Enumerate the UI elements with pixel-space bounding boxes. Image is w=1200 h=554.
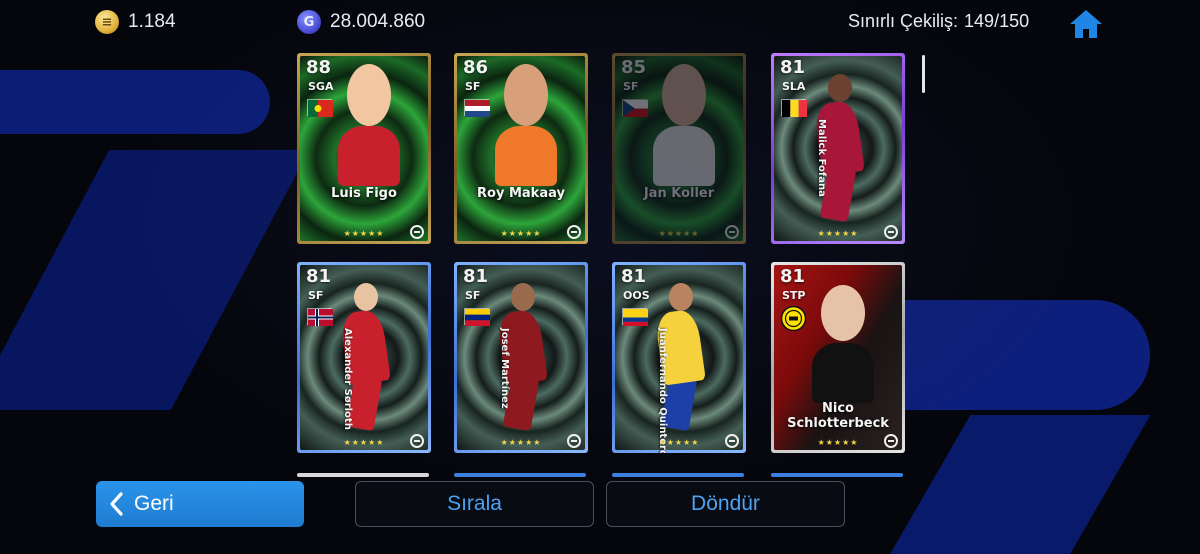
- back-button[interactable]: Geri: [96, 481, 304, 527]
- player-name: Malick Fofana: [816, 119, 827, 197]
- player-card[interactable]: 85 SF Jan Koller ★★★★★: [612, 53, 746, 244]
- coins-display: ≡ 1.184: [95, 10, 176, 34]
- back-button-label: Geri: [134, 492, 174, 515]
- limited-draw-value: 149/150: [964, 11, 1030, 31]
- player-rating: 81: [780, 57, 806, 78]
- player-head: [662, 64, 706, 126]
- player-position: SGA: [308, 80, 334, 93]
- player-card[interactable]: 88 SGA Luis Figo ★★★★★: [297, 53, 431, 244]
- efootball-logo-icon: [410, 434, 424, 448]
- coin-icon: ≡: [95, 10, 119, 34]
- player-figure: [495, 126, 557, 186]
- player-card[interactable]: 81 SLA Malick Fofana ★★★★★: [771, 53, 905, 244]
- player-card-grid: 88 SGA Luis Figo ★★★★★ 86 SF Roy Makaay ★★★★★ 85…: [294, 53, 906, 473]
- player-card[interactable]: 81 SF Josef Martínez ★★★★★: [454, 262, 588, 453]
- player-card[interactable]: 81 SF Alexander Sørloth ★★★★★: [297, 262, 431, 453]
- player-position: SF: [623, 80, 639, 93]
- player-rating: 81: [463, 266, 489, 287]
- player-head: [511, 283, 535, 311]
- player-position: SF: [465, 289, 481, 302]
- club-badge-icon: [780, 305, 807, 332]
- player-rating: 81: [621, 266, 647, 287]
- player-name: Juanfernando Quintero: [657, 328, 668, 453]
- efootball-logo-icon: [567, 434, 581, 448]
- next-row-hint: [612, 473, 744, 477]
- player-name: Jan Koller: [643, 186, 715, 201]
- player-rating: 85: [621, 57, 647, 78]
- player-head: [828, 74, 852, 102]
- efootball-logo-icon: [725, 225, 739, 239]
- nation-flag-icon: [307, 99, 333, 117]
- scrollbar[interactable]: [922, 55, 925, 93]
- nation-flag-icon: [622, 99, 648, 117]
- top-bar: ≡ 1.184 G 28.004.860 Sınırlı Çekiliş: 14…: [0, 0, 1200, 44]
- gp-icon: G: [297, 10, 321, 34]
- flip-button[interactable]: Döndür: [606, 481, 845, 527]
- coins-value: 1.184: [128, 11, 176, 32]
- nation-flag-icon: [622, 308, 648, 326]
- gp-display: G 28.004.860: [297, 10, 425, 34]
- next-row-hint: [454, 473, 586, 477]
- limited-draw-counter: Sınırlı Çekiliş: 149/150: [848, 11, 1029, 32]
- player-name: Nico Schlotterbeck: [787, 401, 889, 431]
- efootball-logo-icon: [410, 225, 424, 239]
- player-name: Luis Figo: [331, 186, 397, 201]
- nation-flag-icon: [307, 308, 333, 326]
- next-row-hint: [297, 473, 429, 477]
- player-position: SF: [465, 80, 481, 93]
- nation-flag-icon: [464, 308, 490, 326]
- player-figure: [338, 126, 400, 186]
- player-figure: [812, 343, 874, 403]
- player-rating: 81: [306, 266, 332, 287]
- efootball-logo-icon: [884, 225, 898, 239]
- gp-value: 28.004.860: [330, 11, 426, 32]
- sort-button[interactable]: Sırala: [355, 481, 594, 527]
- player-card[interactable]: 81 OOS Juanfernando Quintero ★★★★★: [612, 262, 746, 453]
- player-head: [669, 283, 693, 311]
- player-head: [347, 64, 391, 126]
- efootball-logo-icon: [725, 434, 739, 448]
- player-figure: [653, 126, 715, 186]
- player-position: STP: [782, 289, 806, 302]
- player-name: Roy Makaay: [477, 186, 565, 201]
- sort-button-label: Sırala: [447, 492, 502, 515]
- player-position: OOS: [623, 289, 650, 302]
- player-rating: 88: [306, 57, 332, 78]
- player-head: [821, 285, 865, 341]
- chevron-left-icon: [110, 492, 123, 516]
- next-row-hint: [771, 473, 903, 477]
- player-name: Alexander Sørloth: [342, 328, 353, 430]
- player-head: [354, 283, 378, 311]
- player-name: Josef Martínez: [499, 328, 510, 409]
- home-icon[interactable]: [1068, 8, 1104, 40]
- limited-draw-label: Sınırlı Çekiliş:: [848, 11, 959, 31]
- nation-flag-icon: [781, 99, 807, 117]
- efootball-logo-icon: [567, 225, 581, 239]
- player-card[interactable]: 81 STP Nico Schlotterbeck ★★★★★: [771, 262, 905, 453]
- player-position: SF: [308, 289, 324, 302]
- player-position: SLA: [782, 80, 806, 93]
- efootball-logo-icon: [884, 434, 898, 448]
- nation-flag-icon: [464, 99, 490, 117]
- player-rating: 86: [463, 57, 489, 78]
- player-rating: 81: [780, 266, 806, 287]
- player-head: [504, 64, 548, 126]
- player-card[interactable]: 86 SF Roy Makaay ★★★★★: [454, 53, 588, 244]
- flip-button-label: Döndür: [691, 492, 760, 515]
